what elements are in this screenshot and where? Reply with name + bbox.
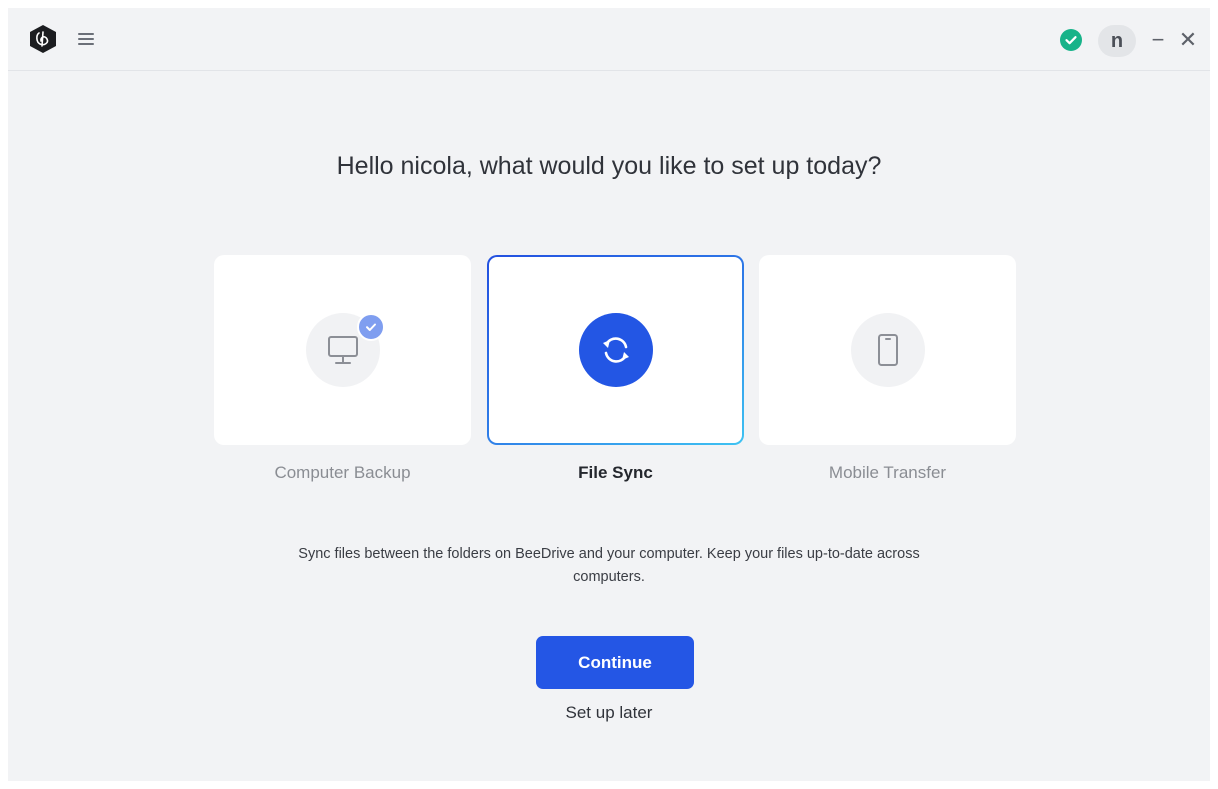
sync-icon — [578, 313, 653, 387]
option-label-mobile-transfer: Mobile Transfer — [828, 463, 947, 482]
check-circle-icon — [1060, 29, 1082, 51]
hamburger-menu-icon[interactable] — [78, 30, 94, 46]
option-card-mobile-transfer[interactable] — [759, 255, 1016, 445]
beedrive-logo-icon — [30, 25, 56, 53]
option-label-computer-backup: Computer Backup — [274, 463, 411, 482]
option-card-file-sync-body — [489, 257, 742, 443]
continue-button[interactable]: Continue — [536, 636, 694, 689]
close-button[interactable]: ✕ — [1176, 25, 1200, 55]
phone-icon — [850, 313, 925, 387]
option-card-computer-backup[interactable] — [214, 255, 471, 445]
page-title: Hello nicola, what would you like to set… — [336, 152, 882, 180]
avatar[interactable]: n — [1098, 25, 1136, 57]
option-description: Sync files between the folders on BeeDri… — [298, 546, 920, 585]
set-up-later-link[interactable]: Set up later — [8, 703, 1210, 723]
option-card-file-sync[interactable] — [487, 255, 744, 445]
check-icon — [357, 313, 385, 341]
option-label-file-sync: File Sync — [578, 463, 653, 482]
minimize-button[interactable]: − — [1146, 25, 1170, 55]
title-bar: n − ✕ — [8, 8, 1210, 71]
app-window: n − ✕ Hello nicola, what would you like … — [8, 8, 1210, 781]
